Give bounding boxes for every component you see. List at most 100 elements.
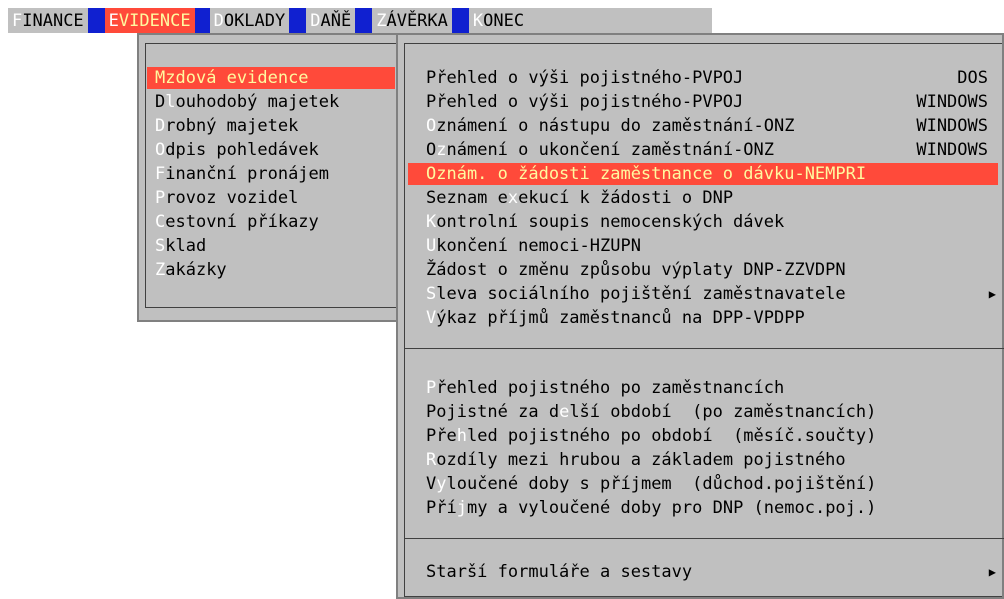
hotkey: U: [426, 236, 437, 256]
menu-item-prehled-po-zamestnancich[interactable]: Přehled pojistného po zaměstnancích: [408, 377, 998, 399]
item-text: robný majetek: [165, 116, 299, 136]
menu-separator: [355, 8, 373, 33]
item-text: Pojistné za d: [426, 402, 560, 422]
menu-item-financni-pronajem[interactable]: Finanční pronájem: [147, 163, 395, 185]
hotkey: M: [155, 68, 166, 88]
menu-divider: [404, 538, 1004, 539]
item-platform: WINDOWS: [916, 92, 988, 112]
menu-zaverka[interactable]: Z ÁVĚRKA: [372, 8, 452, 33]
item-text: estovní příkazy: [165, 212, 319, 232]
hotkey: x: [507, 188, 519, 208]
item-text: Starší formuláře a sestavy: [426, 562, 693, 582]
hotkey: S: [426, 284, 437, 304]
item-text: klad: [165, 236, 207, 256]
item-text: inanční pronájem: [165, 164, 330, 184]
menu-item-vyloucene-doby-duchod[interactable]: Vyloučené doby s příjmem (důchod.pojiště…: [408, 473, 998, 495]
item-text: Seznam e: [426, 188, 508, 208]
item-text: D: [155, 92, 166, 112]
menu-item-onz-nastup[interactable]: Oznámení o nástupu do zaměstnání-ONZ WIND…: [408, 115, 998, 137]
menu-item-dlouhodoby-majetek[interactable]: Dlouhodobý majetek: [147, 91, 395, 113]
menu-item-prehled-po-obdobi[interactable]: Přehled pojistného po období (měsíč.souč…: [408, 425, 998, 447]
hotkey: h: [456, 426, 467, 446]
menu-item-zzvdpn[interactable]: Žádost o změnu způsobu výplaty DNP-ZZVDP…: [408, 259, 998, 281]
menu-item-prijmy-vyloucene-dnp[interactable]: Příjmy a vyloučené doby pro DNP (nemoc.p…: [408, 497, 998, 519]
hotkey: y: [436, 474, 447, 494]
item-text: my a vyloučené doby pro DNP (nemoc.poj.): [466, 498, 877, 518]
menu-label: ÁVĚRKA: [386, 10, 448, 31]
hotkey: K: [426, 212, 437, 232]
item-text: ekucí k žádosti o DNP: [518, 188, 734, 208]
menu-item-sleva-socialniho[interactable]: Sleva sociálního pojištění zaměstnavatel…: [408, 283, 998, 305]
hotkey: l: [165, 92, 176, 112]
item-text: leva sociálního pojištění zaměstnavatele: [436, 284, 846, 304]
menu-item-drobny-majetek[interactable]: Drobný majetek: [147, 115, 395, 137]
item-text: dpis pohledávek: [165, 140, 319, 160]
menu-item-mzdova-evidence[interactable]: Mzdová evidence: [147, 67, 395, 89]
menu-item-nempri[interactable]: Oznám. o žádosti zaměstnance o dávku-NEM…: [408, 163, 998, 185]
menu-finance[interactable]: F INANCE: [8, 8, 88, 33]
hotkey: F: [155, 164, 166, 184]
item-text: námení o ukončení zaměstnání-ONZ: [446, 140, 775, 160]
menu-item-pojistne-delsi-obdobi[interactable]: Pojistné za delší období (po zaměstnancí…: [408, 401, 998, 423]
item-text: Žádost o změnu způsobu výplaty DNP-ZZVDP…: [426, 260, 846, 280]
hotkey: z: [436, 140, 447, 160]
menu-label: INANCE: [22, 10, 84, 31]
menu-bar: F INANCE E VIDENCE D OKLADY D AŇĚ Z ÁVĚRKA KO…: [8, 8, 712, 33]
menu-item-kontrolni-soupis[interactable]: Kontrolní soupis nemocenských dávek: [408, 211, 998, 233]
menu-separator: [451, 8, 469, 33]
item-text: ozdíly mezi hrubou a základem pojistného: [436, 450, 846, 470]
hotkey: R: [426, 450, 437, 470]
menu-separator: [87, 8, 105, 33]
menu-divider: [404, 348, 1004, 349]
menu-doklady[interactable]: D OKLADY: [210, 8, 290, 33]
item-platform: WINDOWS: [916, 116, 988, 136]
hotkey: E: [108, 10, 119, 31]
hotkey: P: [155, 188, 166, 208]
menu-evidence[interactable]: E VIDENCE: [104, 8, 195, 33]
item-text: známení o nástupu do zaměstnání-ONZ: [436, 116, 795, 136]
menu-label: AŇĚ: [320, 10, 352, 31]
menu-item-hzupn[interactable]: Ukončení nemoci-HZUPN: [408, 235, 998, 257]
item-text: Přehled o výši pojistného-PVPOJ: [426, 92, 744, 112]
hotkey: j: [456, 498, 467, 518]
item-text: akázky: [165, 260, 227, 280]
item-text: zdová evidence: [165, 68, 309, 88]
evidence-dropdown: Mzdová evidence Dlouhodobý majetek Drobn…: [137, 33, 406, 322]
menu-item-pvpoj-dos[interactable]: Přehled o výši pojistného-PVPOJ DOS: [408, 67, 998, 89]
item-text: řehled pojistného po zaměstnancích: [436, 378, 785, 398]
menu-separator: [194, 8, 210, 33]
item-text: Pří: [426, 498, 457, 518]
menu-item-seznam-exekuci[interactable]: Seznam exekucí k žádosti o DNP: [408, 187, 998, 209]
mzdova-evidence-submenu: Přehled o výši pojistného-PVPOJ DOS Přehl…: [396, 33, 1004, 599]
menu-label: VIDENCE: [118, 10, 191, 31]
hotkey: D: [155, 116, 166, 136]
menu-item-starsi-formulare[interactable]: Starší formuláře a sestavy ▶: [408, 561, 998, 583]
item-text: ýkaz příjmů zaměstnanců na DPP-VPDPP: [436, 308, 805, 328]
hotkey: O: [155, 140, 166, 160]
menu-item-vpdpp[interactable]: Výkaz příjmů zaměstnanců na DPP-VPDPP: [408, 307, 998, 329]
item-text: Přehled o výši pojistného-PVPOJ: [426, 68, 744, 88]
menu-konec[interactable]: K ONEC: [469, 8, 528, 33]
item-text: lší období (po zaměstnancích): [569, 402, 877, 422]
item-platform: WINDOWS: [916, 140, 988, 160]
right-triangle-icon: ▶: [988, 287, 996, 301]
item-text: Pře: [426, 426, 457, 446]
item-text: rovoz vozidel: [165, 188, 299, 208]
menu-item-cestovni-prikazy[interactable]: Cestovní příkazy: [147, 211, 395, 233]
hotkey: D: [213, 10, 224, 31]
menu-item-zakazky[interactable]: Zakázky: [147, 259, 395, 281]
hotkey: P: [426, 378, 437, 398]
menu-item-onz-ukonceni[interactable]: Oznámení o ukončení zaměstnání-ONZ WINDOW…: [408, 139, 998, 161]
menu-dane[interactable]: D AŇĚ: [306, 8, 355, 33]
hotkey: Z: [376, 10, 387, 31]
menu-item-pvpoj-windows[interactable]: Přehled o výši pojistného-PVPOJ WINDOWS: [408, 91, 998, 113]
menu-item-rozdily[interactable]: Rozdíly mezi hrubou a základem pojistnéh…: [408, 449, 998, 471]
item-text: ouhodobý majetek: [175, 92, 340, 112]
hotkey: V: [426, 308, 437, 328]
item-text: ontrolní soupis nemocenských dávek: [436, 212, 785, 232]
menu-item-provoz-vozidel[interactable]: Provoz vozidel: [147, 187, 395, 209]
hotkey: S: [155, 236, 166, 256]
hotkey: F: [12, 10, 23, 31]
menu-item-sklad[interactable]: Sklad: [147, 235, 395, 257]
menu-item-odpis-pohledavek[interactable]: Odpis pohledávek: [147, 139, 395, 161]
